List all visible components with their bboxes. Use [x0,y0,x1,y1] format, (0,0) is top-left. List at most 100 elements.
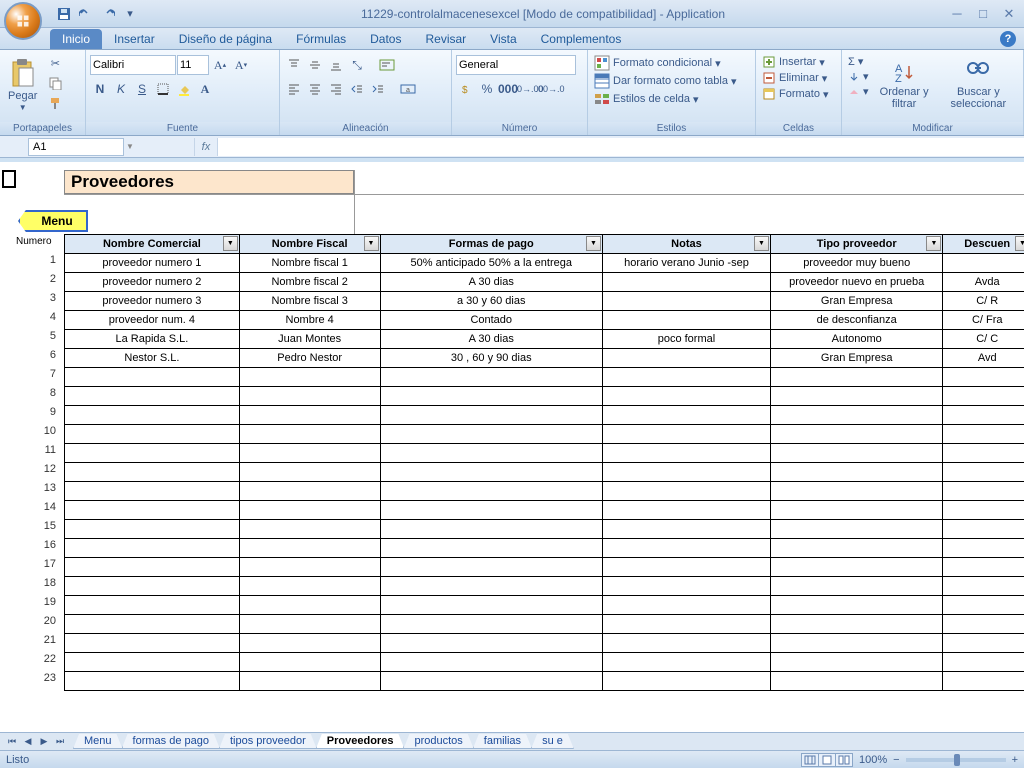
cell[interactable] [65,596,240,615]
bold-icon[interactable]: N [90,79,110,99]
cell[interactable] [380,463,602,482]
cell[interactable] [65,539,240,558]
page-layout-view-icon[interactable] [818,753,836,767]
cell[interactable] [602,653,770,672]
cell[interactable]: Nombre fiscal 3 [239,292,380,311]
cell[interactable] [770,653,943,672]
cell[interactable]: Contado [380,311,602,330]
column-header[interactable]: Nombre Fiscal▼ [239,235,380,254]
cell[interactable] [943,463,1024,482]
tab-diseno[interactable]: Diseño de página [167,29,284,49]
undo-icon[interactable] [76,4,96,24]
tab-complementos[interactable]: Complementos [529,29,634,49]
cell[interactable] [943,596,1024,615]
redo-icon[interactable] [98,4,118,24]
cell[interactable] [65,520,240,539]
cell[interactable] [602,349,770,368]
cell[interactable] [380,520,602,539]
align-top-icon[interactable] [284,55,304,75]
cell[interactable] [602,482,770,501]
cell[interactable]: C/ C [943,330,1024,349]
zoom-in-icon[interactable]: + [1012,754,1018,766]
filter-icon[interactable]: ▼ [586,236,601,251]
cell[interactable] [65,406,240,425]
cell[interactable] [943,672,1024,691]
table-row[interactable]: Nestor S.L.Pedro Nestor30 , 60 y 90 dias… [65,349,1024,368]
cell[interactable] [602,368,770,387]
cell[interactable] [943,520,1024,539]
filter-icon[interactable]: ▼ [754,236,769,251]
worksheet[interactable]: Proveedores Menu Numero 1234567891011121… [0,162,1024,732]
cell[interactable] [380,558,602,577]
cell[interactable] [239,501,380,520]
cell[interactable] [65,577,240,596]
table-row[interactable] [65,425,1024,444]
table-row[interactable] [65,596,1024,615]
cell[interactable]: Nestor S.L. [65,349,240,368]
cell[interactable] [380,482,602,501]
font-size-select[interactable] [177,55,209,75]
align-right-icon[interactable] [326,79,346,99]
shrink-font-icon[interactable]: A▾ [231,55,251,75]
table-row[interactable] [65,520,1024,539]
tab-first-icon[interactable]: ⏮ [4,734,20,750]
table-row[interactable] [65,444,1024,463]
zoom-slider[interactable] [906,758,1006,762]
cell[interactable] [239,596,380,615]
table-row[interactable] [65,577,1024,596]
sheet-tab[interactable]: familias [473,734,532,749]
column-header[interactable]: Notas▼ [602,235,770,254]
table-row[interactable]: La Rapida S.L.Juan MontesA 30 diaspoco f… [65,330,1024,349]
cell[interactable]: poco formal [602,330,770,349]
fill-button[interactable]: ▾ [846,69,871,84]
cell-styles-button[interactable]: Estilos de celda ▾ [592,90,738,108]
cell[interactable] [602,577,770,596]
cell[interactable]: proveedor numero 3 [65,292,240,311]
cell[interactable] [380,615,602,634]
table-row[interactable] [65,653,1024,672]
format-as-table-button[interactable]: Dar formato como tabla ▾ [592,72,738,90]
cell[interactable] [380,425,602,444]
delete-cells-button[interactable]: Eliminar ▾ [760,70,831,86]
wrap-text-icon[interactable] [377,55,397,75]
cell[interactable] [943,634,1024,653]
cell[interactable] [239,558,380,577]
cell[interactable]: proveedor muy bueno [770,254,943,273]
cell[interactable] [602,615,770,634]
sort-filter-button[interactable]: AZ Ordenar y filtrar [873,52,936,118]
tab-vista[interactable]: Vista [478,29,528,49]
cell[interactable] [65,387,240,406]
sheet-tab[interactable]: Proveedores [316,734,405,749]
cell[interactable] [770,444,943,463]
formula-input[interactable] [218,138,1024,156]
sheet-tab[interactable]: tipos proveedor [219,734,317,749]
cell[interactable] [770,406,943,425]
cell[interactable] [770,615,943,634]
cell[interactable] [380,634,602,653]
cell[interactable] [943,425,1024,444]
cell[interactable]: horario verano Junio -sep [602,254,770,273]
grow-font-icon[interactable]: A▴ [210,55,230,75]
cell[interactable]: Nombre fiscal 1 [239,254,380,273]
cell[interactable]: 50% anticipado 50% a la entrega [380,254,602,273]
cell[interactable] [380,406,602,425]
cell[interactable] [602,634,770,653]
filter-icon[interactable]: ▼ [1015,236,1024,251]
cell[interactable] [770,501,943,520]
cell[interactable]: Pedro Nestor [239,349,380,368]
close-button[interactable]: ✕ [998,5,1020,23]
cell[interactable] [239,482,380,501]
column-header[interactable]: Formas de pago▼ [380,235,602,254]
cell[interactable]: Nombre fiscal 2 [239,273,380,292]
cell[interactable] [943,539,1024,558]
cell[interactable] [770,672,943,691]
table-row[interactable]: proveedor numero 3Nombre fiscal 3a 30 y … [65,292,1024,311]
cell[interactable] [943,387,1024,406]
cell[interactable] [65,558,240,577]
cell[interactable] [239,634,380,653]
cell[interactable] [602,539,770,558]
cell[interactable]: Avda [943,273,1024,292]
cell[interactable] [602,596,770,615]
align-bottom-icon[interactable] [326,55,346,75]
cell[interactable] [65,368,240,387]
